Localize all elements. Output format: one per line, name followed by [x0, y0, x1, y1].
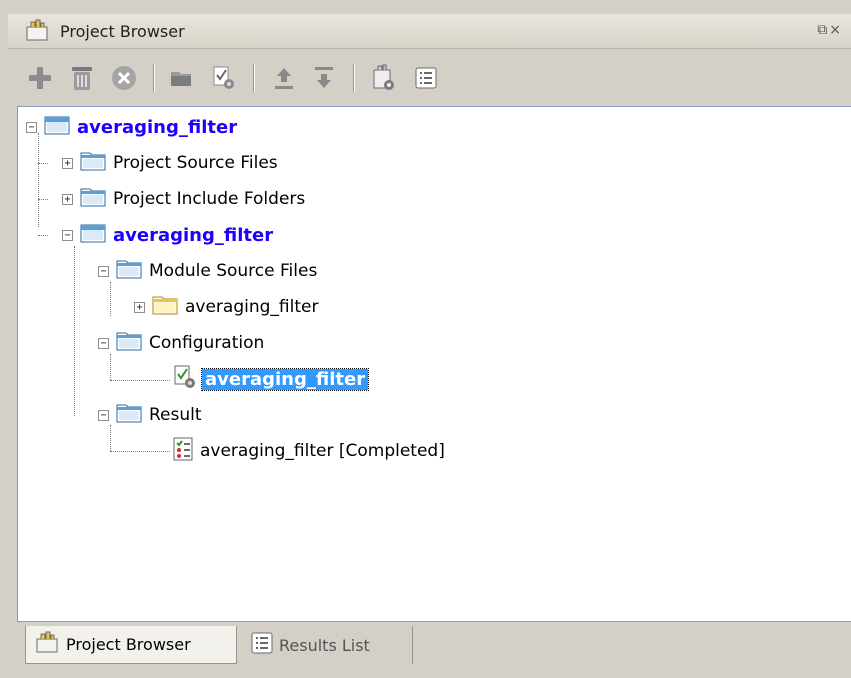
tree-label-selected: averaging_filter — [200, 367, 370, 391]
tree-label: averaging_filter — [77, 116, 238, 138]
collapse-toggle[interactable]: − — [98, 265, 109, 277]
tree-node-include-folders[interactable]: + Project Include Folders — [62, 185, 305, 213]
folder-icon — [79, 186, 107, 212]
toolbar-separator — [353, 64, 355, 92]
tree-label: Module Source Files — [149, 261, 318, 281]
list-icon[interactable] — [408, 60, 444, 96]
tab-results-list[interactable]: Results List — [243, 626, 413, 664]
download-icon[interactable] — [306, 60, 342, 96]
toolbar — [8, 50, 851, 104]
window-title: Project Browser — [60, 22, 185, 41]
tree-connector — [110, 282, 111, 316]
tree-node-source-files[interactable]: + Project Source Files — [62, 149, 278, 177]
tree-label: Project Include Folders — [113, 189, 306, 209]
toolbar-separator — [253, 64, 255, 92]
configuration-icon[interactable] — [206, 60, 242, 96]
expand-toggle[interactable]: + — [62, 193, 73, 205]
project-browser-icon — [34, 631, 60, 659]
module-folder-icon — [79, 222, 107, 248]
folder-icon — [79, 150, 107, 176]
folder-icon — [151, 294, 179, 320]
tree-node-module[interactable]: − averaging_filter — [62, 221, 273, 249]
stop-icon[interactable] — [106, 60, 142, 96]
tree-connector — [38, 235, 48, 236]
project-folder-icon — [43, 114, 71, 140]
tree-connector — [38, 163, 48, 164]
collapse-toggle[interactable]: − — [62, 229, 73, 241]
tree-connector — [74, 246, 75, 416]
expand-toggle[interactable]: + — [134, 301, 145, 313]
result-checklist-icon — [172, 436, 194, 466]
tab-project-browser[interactable]: Project Browser — [25, 626, 237, 664]
tree-label: averaging_filter [Completed] — [200, 441, 445, 461]
configuration-icon — [172, 364, 198, 394]
tree-connector — [110, 354, 111, 380]
expand-toggle[interactable]: + — [62, 157, 73, 169]
tree-label: averaging_filter — [113, 224, 274, 246]
project-tree: − averaging_filter + Project Source File… — [17, 106, 851, 622]
folder-icon — [115, 402, 143, 428]
title-bar: Project Browser ⧉× — [8, 14, 851, 49]
toolbar-separator — [153, 64, 155, 92]
list-icon — [251, 632, 273, 658]
tab-label: Results List — [279, 635, 370, 655]
tree-connector — [38, 199, 48, 200]
tree-connector — [38, 133, 39, 227]
tree-node-result-item[interactable]: averaging_filter [Completed] — [172, 437, 445, 465]
window-controls[interactable]: ⧉× — [817, 22, 843, 38]
tree-connector — [110, 451, 170, 452]
properties-icon[interactable] — [366, 60, 402, 96]
tree-node-root[interactable]: − averaging_filter — [26, 113, 237, 141]
tree-node-module-source[interactable]: − Module Source Files — [98, 257, 317, 285]
tree-label: Project Source Files — [113, 153, 278, 173]
bottom-tab-bar: Project Browser Results List — [17, 622, 851, 672]
collapse-toggle[interactable]: − — [26, 121, 37, 133]
collapse-toggle[interactable]: − — [98, 409, 109, 421]
tree-label: Result — [149, 405, 202, 425]
folder-icon — [115, 330, 143, 356]
upload-icon[interactable] — [266, 60, 302, 96]
folder-icon — [115, 258, 143, 284]
tree-connector — [110, 380, 170, 381]
folder-icon[interactable] — [164, 60, 200, 96]
tree-label: Configuration — [149, 333, 265, 353]
tree-node-result[interactable]: − Result — [98, 401, 202, 429]
tree-label: averaging_filter — [185, 297, 319, 317]
tree-node-configuration-item[interactable]: averaging_filter — [172, 364, 370, 394]
project-browser-icon — [24, 19, 50, 47]
tab-label: Project Browser — [66, 635, 191, 654]
collapse-toggle[interactable]: − — [98, 337, 109, 349]
tree-node-configuration[interactable]: − Configuration — [98, 329, 264, 357]
add-icon[interactable] — [22, 60, 58, 96]
trash-icon[interactable] — [64, 60, 100, 96]
tree-node-module-source-item[interactable]: + averaging_filter — [134, 293, 318, 321]
